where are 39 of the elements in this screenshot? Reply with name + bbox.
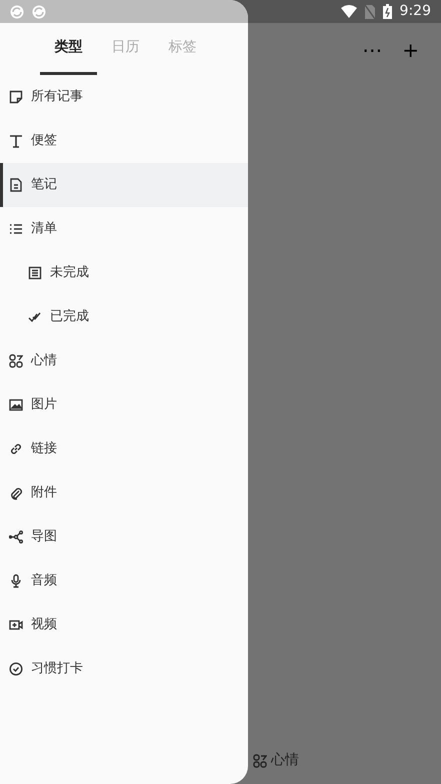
drawer-item[interactable]: 清单 <box>0 207 248 251</box>
microphone-icon <box>9 574 23 588</box>
video-icon <box>9 618 23 632</box>
drawer-item[interactable]: 习惯打卡 <box>0 647 248 691</box>
bottom-tab-label: 心情 <box>271 751 299 770</box>
list-icon <box>9 222 23 236</box>
check-circle-icon <box>9 662 23 676</box>
drawer-item[interactable]: 已完成 <box>0 295 248 339</box>
battery-icon <box>382 4 392 19</box>
drawer-item[interactable]: 链接 <box>0 427 248 471</box>
drawer-item[interactable]: 视频 <box>0 603 248 647</box>
text-icon <box>9 134 23 148</box>
sync-icon <box>32 4 46 18</box>
more-button[interactable]: ⋯ <box>352 40 392 60</box>
link-icon <box>9 442 23 456</box>
add-button[interactable]: + <box>392 40 429 60</box>
drawer-item[interactable]: 图片 <box>0 383 248 427</box>
clock-time: 9:29 <box>400 2 431 21</box>
drawer-tab[interactable]: 类型 <box>40 23 97 75</box>
paperclip-icon <box>9 486 23 500</box>
document-icon <box>9 178 23 192</box>
double-check-icon <box>28 310 42 324</box>
mood-icon <box>9 354 23 368</box>
drawer-item[interactable]: 未完成 <box>0 251 248 295</box>
image-icon <box>9 398 23 412</box>
checklist-icon <box>28 266 42 280</box>
drawer-item[interactable]: 便签 <box>0 119 248 163</box>
drawer-item[interactable]: 音频 <box>0 559 248 603</box>
drawer-item[interactable]: 心情 <box>0 339 248 383</box>
drawer-item[interactable]: 附件 <box>0 471 248 515</box>
drawer-item[interactable]: 导图 <box>0 515 248 559</box>
mood-icon <box>253 754 267 768</box>
wifi-icon <box>340 5 357 18</box>
mind-map-icon <box>9 530 23 544</box>
drawer-item[interactable]: 笔记 <box>0 163 248 207</box>
no-sim-icon <box>364 4 375 18</box>
sync-icon <box>10 4 24 18</box>
note-icon <box>9 90 23 104</box>
drawer-item[interactable]: 所有记事 <box>0 75 248 119</box>
